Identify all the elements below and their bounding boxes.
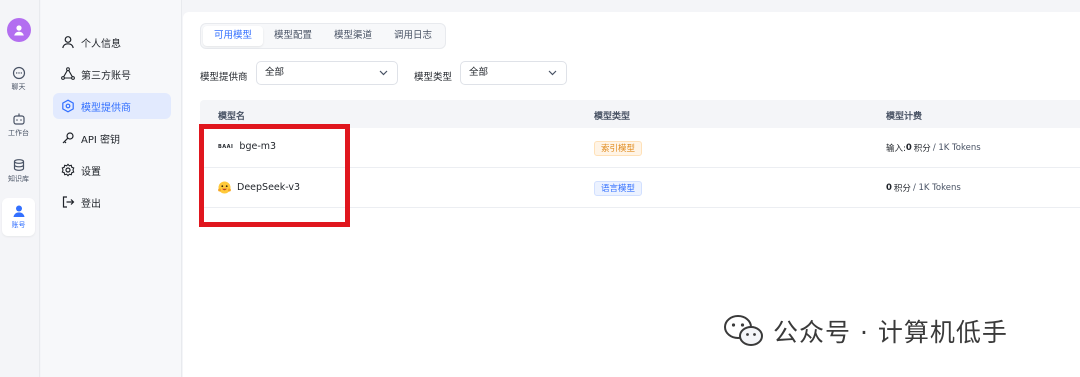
menu-item-label: 登出 [81,198,101,210]
column-header-model-type: 模型类型 [594,112,631,122]
rail-item-workbench[interactable]: 工作台 [2,106,35,144]
person-icon [62,36,74,49]
triangle-nodes-icon [61,67,75,80]
account-menu: 个人信息 第三方账号 模型提供商 API 密钥 设置 登出 [41,0,182,377]
menu-item-profile[interactable]: 个人信息 [53,29,171,55]
billing-unit: / 1K Tokens [912,183,961,193]
rail-item-label: 工作台 [8,129,29,137]
tab-model-config[interactable]: 模型配置 [263,26,323,46]
watermark: 公众号 · 计算机低手 [723,313,1008,349]
model-type-tag: 索引模型 [594,141,643,156]
type-filter-label: 模型类型 [414,72,453,83]
billing-prefix: 输入: [886,144,906,154]
type-select-value: 全部 [469,67,489,78]
user-icon [13,205,24,217]
gear-icon [61,163,75,177]
billing-unit-word: 积分 [913,144,931,154]
tab-model-channels[interactable]: 模型渠道 [323,26,383,46]
user-avatar-icon [14,25,24,36]
model-type-tag: 语言模型 [594,181,643,196]
menu-item-label: 模型提供商 [81,102,131,114]
database-icon [13,159,24,171]
wechat-icon [724,315,763,346]
type-select[interactable]: 全部 [460,61,567,85]
tab-call-logs[interactable]: 调用日志 [383,26,443,46]
watermark-text: 公众号 · 计算机低手 [773,318,1008,347]
billing-value: 0 [905,143,912,153]
rail-item-account[interactable]: 账号 [2,198,35,236]
billing-unit-word: 积分 [893,184,911,194]
menu-item-api-key[interactable]: API 密钥 [53,125,171,151]
key-icon [62,132,74,144]
billing-unit: / 1K Tokens [932,143,981,153]
model-tabs: 可用模型 模型配置 模型渠道 调用日志 [200,23,447,49]
column-header-billing: 模型计费 [886,112,923,122]
highlight-box [199,124,350,227]
column-header-model-name: 模型名 [218,112,246,122]
tab-available-models[interactable]: 可用模型 [203,26,264,46]
menu-item-logout[interactable]: 登出 [53,189,171,215]
rail-item-label: 知识库 [8,175,29,183]
menu-item-label: 个人信息 [81,38,121,50]
chat-icon [12,66,25,80]
billing-cell: 输入: 0 积分/ 1K Tokens [886,142,981,154]
provider-filter-label: 模型提供商 [200,72,248,83]
chevron-down-icon [379,70,388,76]
rail-item-knowledge[interactable]: 知识库 [2,152,35,190]
billing-cell: 0 积分/ 1K Tokens [886,182,961,194]
rail-item-label: 聊天 [11,83,26,91]
menu-item-label: API 密钥 [81,134,120,146]
menu-item-settings[interactable]: 设置 [53,157,171,183]
menu-item-model-provider[interactable]: 模型提供商 [53,93,171,119]
icon-rail: 聊天 工作台 知识库 账号 [0,0,40,377]
menu-item-third-party[interactable]: 第三方账号 [53,61,171,87]
hexagon-icon [62,99,74,113]
menu-item-label: 第三方账号 [81,70,131,82]
chevron-down-icon [548,70,557,76]
rail-item-label: 账号 [11,221,26,229]
robot-icon [12,113,25,125]
provider-select-value: 全部 [265,67,285,78]
avatar[interactable] [7,18,31,42]
provider-select[interactable]: 全部 [256,61,398,85]
menu-item-label: 设置 [81,166,101,178]
logout-icon [62,196,75,208]
billing-value: 0 [886,183,892,193]
rail-item-chat[interactable]: 聊天 [2,60,35,98]
